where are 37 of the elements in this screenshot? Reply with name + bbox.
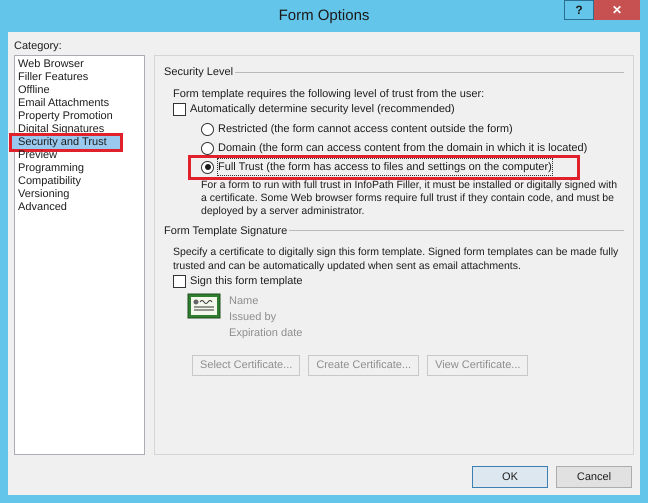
certificate-icon <box>187 293 221 319</box>
radio-label: Restricted (the form cannot access content outside the form) <box>218 122 513 137</box>
category-item[interactable]: Security and Trust <box>12 136 120 149</box>
window-title: Form Options <box>278 6 370 26</box>
section-heading: Form Template Signature <box>164 224 288 238</box>
category-item[interactable]: Email Attachments <box>15 97 144 110</box>
category-item[interactable]: Web Browser <box>15 58 144 71</box>
category-item[interactable]: Property Promotion <box>15 110 144 123</box>
checkbox-label: Sign this form template <box>190 274 302 290</box>
radio-label: Full Trust (the form has access to files and settings on the computer) <box>218 158 552 176</box>
intro-text: Form template requires the following level of trust from the user: <box>173 86 486 100</box>
radio-label: Domain (the form can access content from the domain in which it is located) <box>218 140 588 156</box>
category-item[interactable]: Compatibility <box>15 175 144 188</box>
help-button[interactable]: ? <box>564 0 594 20</box>
category-item[interactable]: Offline <box>15 84 144 97</box>
category-item[interactable]: Preview <box>15 149 144 162</box>
dialog-button[interactable]: OK <box>472 466 548 488</box>
close-button[interactable]: ✕ <box>594 0 640 20</box>
certificate-detail: Issued by <box>229 310 278 325</box>
radio-button[interactable] <box>201 160 214 174</box>
checkbox[interactable] <box>173 275 186 288</box>
radio-button[interactable] <box>201 142 214 154</box>
radio-button[interactable] <box>201 122 214 136</box>
category-item[interactable]: Versioning <box>15 188 144 201</box>
category-label: Category: <box>14 39 63 54</box>
category-item[interactable]: Advanced <box>15 201 144 214</box>
checkbox-label: Automatically determine security level (recommended) <box>190 102 455 117</box>
description-text: Specify a certificate to digitally sign this form template. Signed form templates can be made fully trusted and can be automatically updated when sent as email attachments. <box>173 245 620 273</box>
dialog-button[interactable]: Cancel <box>556 466 632 488</box>
category-item[interactable]: Filler Features <box>15 71 144 84</box>
certificate-detail: Name <box>229 294 260 309</box>
certificate-detail: Expiration date <box>229 326 302 341</box>
category-item[interactable]: Digital Signatures <box>15 123 144 136</box>
section-heading: Security Level <box>164 65 234 80</box>
category-item[interactable]: Programming <box>15 162 144 175</box>
note-text: For a form to run with full trust in InfoPath Filler, it must be installed or digitally signed with a certificate. Some Web browser forms require full trust if they contain code, and must be deployed by a server administrator. <box>200 178 618 218</box>
checkbox[interactable] <box>173 102 186 116</box>
